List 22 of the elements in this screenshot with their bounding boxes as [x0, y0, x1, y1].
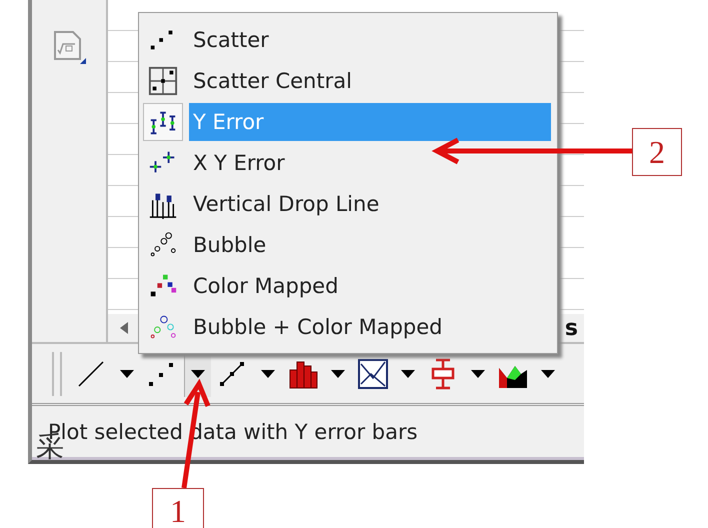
menu-item[interactable]: Color Mapped — [189, 266, 551, 304]
caret-icon — [401, 370, 415, 378]
menu-item[interactable]: Bubble + Color Mapped — [189, 308, 551, 346]
caret-icon — [331, 370, 345, 378]
caret-icon — [541, 370, 555, 378]
menu-item[interactable]: Scatter Central — [189, 62, 551, 100]
scatter-grid-icon — [148, 66, 178, 96]
formula-document-icon[interactable] — [52, 30, 86, 64]
caret-icon — [191, 370, 205, 378]
crossed-box-icon[interactable] — [357, 358, 389, 390]
callout-number: 2 — [632, 128, 682, 176]
caret-icon — [120, 370, 134, 378]
column-label: s — [564, 316, 578, 340]
caret-icon — [471, 370, 485, 378]
menu-item[interactable]: Scatter — [189, 20, 551, 58]
scroll-left-icon[interactable] — [120, 322, 128, 334]
menu-item[interactable]: X Y Error — [189, 144, 551, 182]
menu-item[interactable]: Bubble — [189, 226, 551, 264]
caret-icon — [261, 370, 275, 378]
menu-item[interactable]: Vertical Drop Line — [189, 184, 551, 222]
toolbar-grip[interactable] — [52, 352, 62, 396]
callout-number: 1 — [152, 488, 204, 528]
